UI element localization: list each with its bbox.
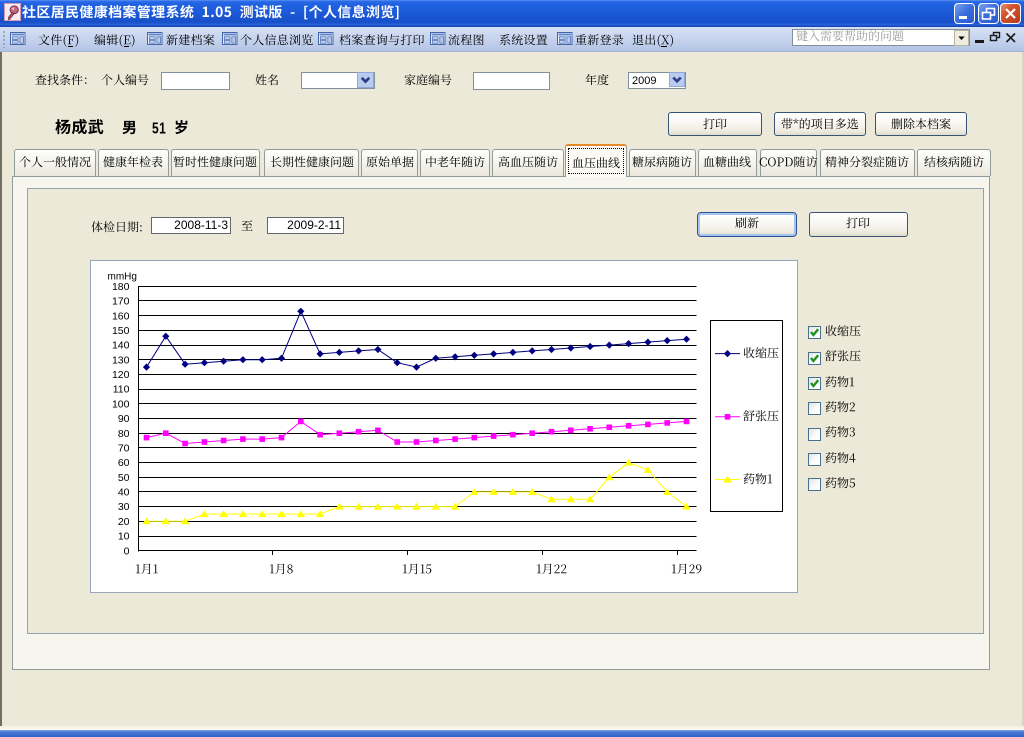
svg-text:170: 170: [112, 296, 130, 308]
svg-text:80: 80: [118, 428, 130, 440]
svg-text:0: 0: [124, 545, 130, 557]
svg-text:130: 130: [112, 354, 130, 366]
svg-text:70: 70: [118, 443, 130, 455]
svg-text:30: 30: [118, 501, 130, 513]
svg-text:60: 60: [118, 457, 130, 469]
svg-text:90: 90: [118, 413, 130, 425]
svg-text:50: 50: [118, 472, 130, 484]
svg-text:180: 180: [112, 281, 130, 293]
svg-text:150: 150: [112, 325, 130, 337]
svg-text:110: 110: [113, 384, 130, 396]
svg-text:120: 120: [112, 369, 130, 381]
svg-text:160: 160: [112, 310, 130, 322]
svg-text:140: 140: [112, 340, 130, 352]
svg-text:mmHg: mmHg: [108, 272, 137, 283]
svg-text:10: 10: [118, 531, 130, 543]
svg-text:100: 100: [112, 398, 130, 410]
svg-text:20: 20: [118, 516, 130, 528]
svg-text:40: 40: [118, 487, 130, 499]
